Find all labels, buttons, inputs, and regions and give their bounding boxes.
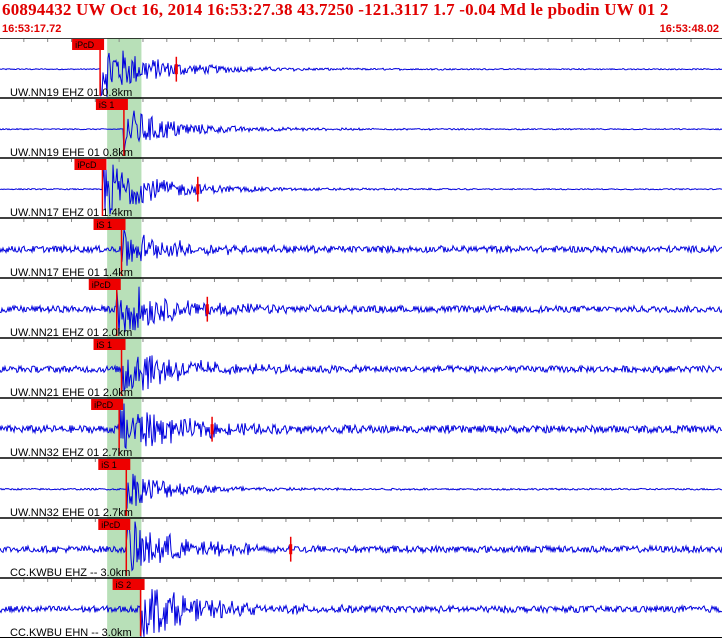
pick-label: iPcD: [101, 520, 121, 530]
secondary-marker-cap: [205, 304, 209, 315]
seismogram-panel[interactable]: iPcD UW.NN19 EHZ 01 0.8km iS 1 UW.NN19 EHE …: [0, 37, 722, 639]
event-title: 60894432 UW Oct 16, 2014 16:53:27.38 43.…: [2, 0, 669, 19]
station-label: UW.NN32 EHE 01 2.7km: [10, 507, 133, 519]
secondary-marker-cap: [210, 424, 214, 435]
pick-label: iPcD: [94, 400, 114, 410]
pick-label: iPcD: [92, 280, 112, 290]
time-end-label: 16:53:48.02: [659, 23, 719, 35]
station-label: CC.KWBU EHZ -- 3.0km: [10, 567, 130, 579]
pick-label: iS 2: [116, 580, 132, 590]
pick-label: iS 1: [99, 100, 115, 110]
station-label: UW.NN21 EHZ 01 2.0km: [10, 327, 132, 339]
station-label: UW.NN17 EHZ 01 1.4km: [10, 207, 132, 219]
pick-label: iS 1: [101, 460, 117, 470]
secondary-marker-cap: [289, 544, 293, 555]
pick-label: iS 1: [97, 340, 113, 350]
station-label: UW.NN17 EHE 01 1.4km: [10, 267, 133, 279]
pick-label: iPcD: [77, 160, 97, 170]
pick-label: iS 1: [97, 220, 113, 230]
pick-label: iPcD: [75, 40, 95, 50]
time-start-label: 16:53:17.72: [2, 23, 62, 35]
event-header: 60894432 UW Oct 16, 2014 16:53:27.38 43.…: [0, 0, 722, 38]
station-label: UW.NN19 EHZ 01 0.8km: [10, 87, 132, 99]
secondary-marker-cap: [196, 184, 200, 195]
station-label: UW.NN32 EHZ 01 2.7km: [10, 447, 132, 459]
station-label: UW.NN21 EHE 01 2.0km: [10, 387, 133, 399]
station-label: UW.NN19 EHE 01 0.8km: [10, 147, 133, 159]
seismogram-canvas[interactable]: iPcDUW.NN19 EHZ 01 0.8kmiS 1UW.NN19 EHE …: [0, 37, 722, 639]
secondary-marker-cap: [174, 64, 178, 75]
station-label: CC.KWBU EHN -- 3.0km: [10, 627, 132, 638]
